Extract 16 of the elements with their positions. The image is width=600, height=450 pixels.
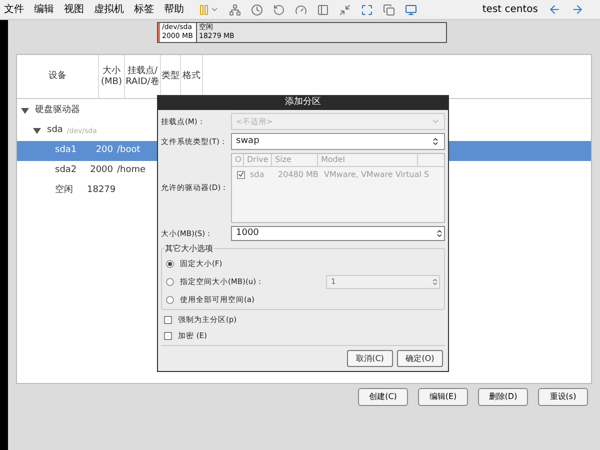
device-name: 空闲 bbox=[55, 184, 73, 198]
group-title: 其它大小选项 bbox=[164, 243, 214, 255]
drive-size: 20480 MB bbox=[277, 168, 320, 180]
drive-name: sda bbox=[249, 168, 266, 180]
size-cell-text: 2000 bbox=[89, 164, 113, 178]
device-name: sda1 bbox=[55, 144, 77, 158]
mount-cell-text: /home bbox=[117, 164, 146, 178]
device-name: sda bbox=[47, 124, 63, 138]
vm-name: test centos bbox=[482, 3, 538, 17]
drive-model: VMware, VMware Virtual S bbox=[323, 168, 430, 180]
dialog-title: 添加分区 bbox=[158, 96, 448, 110]
size-cell-text: 200 bbox=[94, 144, 113, 158]
size-cell-text: 18279 bbox=[87, 184, 113, 198]
mount-cell-text: /boot bbox=[117, 144, 140, 158]
device-name: 硬盘驱动器 bbox=[35, 104, 80, 118]
device-name: sda2 bbox=[55, 164, 77, 178]
